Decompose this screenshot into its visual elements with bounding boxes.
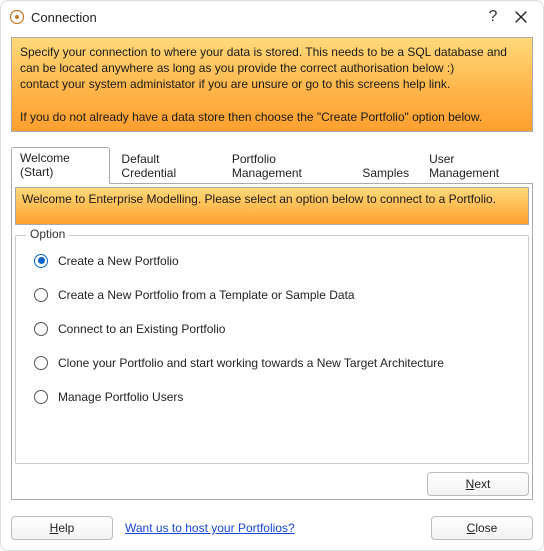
titlebar-help-button[interactable]: ? [479,8,507,26]
option-radio-4[interactable]: Manage Portfolio Users [34,390,510,404]
host-portfolios-link[interactable]: Want us to host your Portfolios? [125,521,295,535]
tab-panel-welcome: Welcome to Enterprise Modelling. Please … [11,183,533,500]
window-title: Connection [31,10,97,25]
option-label: Create a New Portfolio [58,254,179,268]
radio-icon [34,390,48,404]
radio-icon [34,322,48,336]
option-radio-2[interactable]: Connect to an Existing Portfolio [34,322,510,336]
titlebar-close-button[interactable] [507,11,535,23]
option-label: Manage Portfolio Users [58,390,183,404]
tab-portfolio-management[interactable]: Portfolio Management [223,148,352,184]
option-radio-1[interactable]: Create a New Portfolio from a Template o… [34,288,510,302]
tab-welcome-start[interactable]: Welcome (Start) [11,147,110,184]
option-group: Option Create a New PortfolioCreate a Ne… [15,235,529,464]
radio-icon [34,288,48,302]
next-button[interactable]: Next [427,472,529,496]
tab-user-management[interactable]: User Management [420,148,531,184]
radio-icon [34,356,48,370]
tab-default-credential[interactable]: Default Credential [112,148,220,184]
tab-samples[interactable]: Samples [353,162,418,184]
help-button[interactable]: Help [11,516,113,540]
close-button[interactable]: Close [431,516,533,540]
radio-icon [34,254,48,268]
option-radio-0[interactable]: Create a New Portfolio [34,254,510,268]
option-label: Connect to an Existing Portfolio [58,322,225,336]
option-label: Clone your Portfolio and start working t… [58,356,444,370]
option-label: Create a New Portfolio from a Template o… [58,288,355,302]
option-radio-3[interactable]: Clone your Portfolio and start working t… [34,356,510,370]
info-box: Specify your connection to where your da… [11,37,533,132]
welcome-banner: Welcome to Enterprise Modelling. Please … [15,187,529,225]
app-icon [9,9,25,25]
option-group-label: Option [26,227,69,241]
